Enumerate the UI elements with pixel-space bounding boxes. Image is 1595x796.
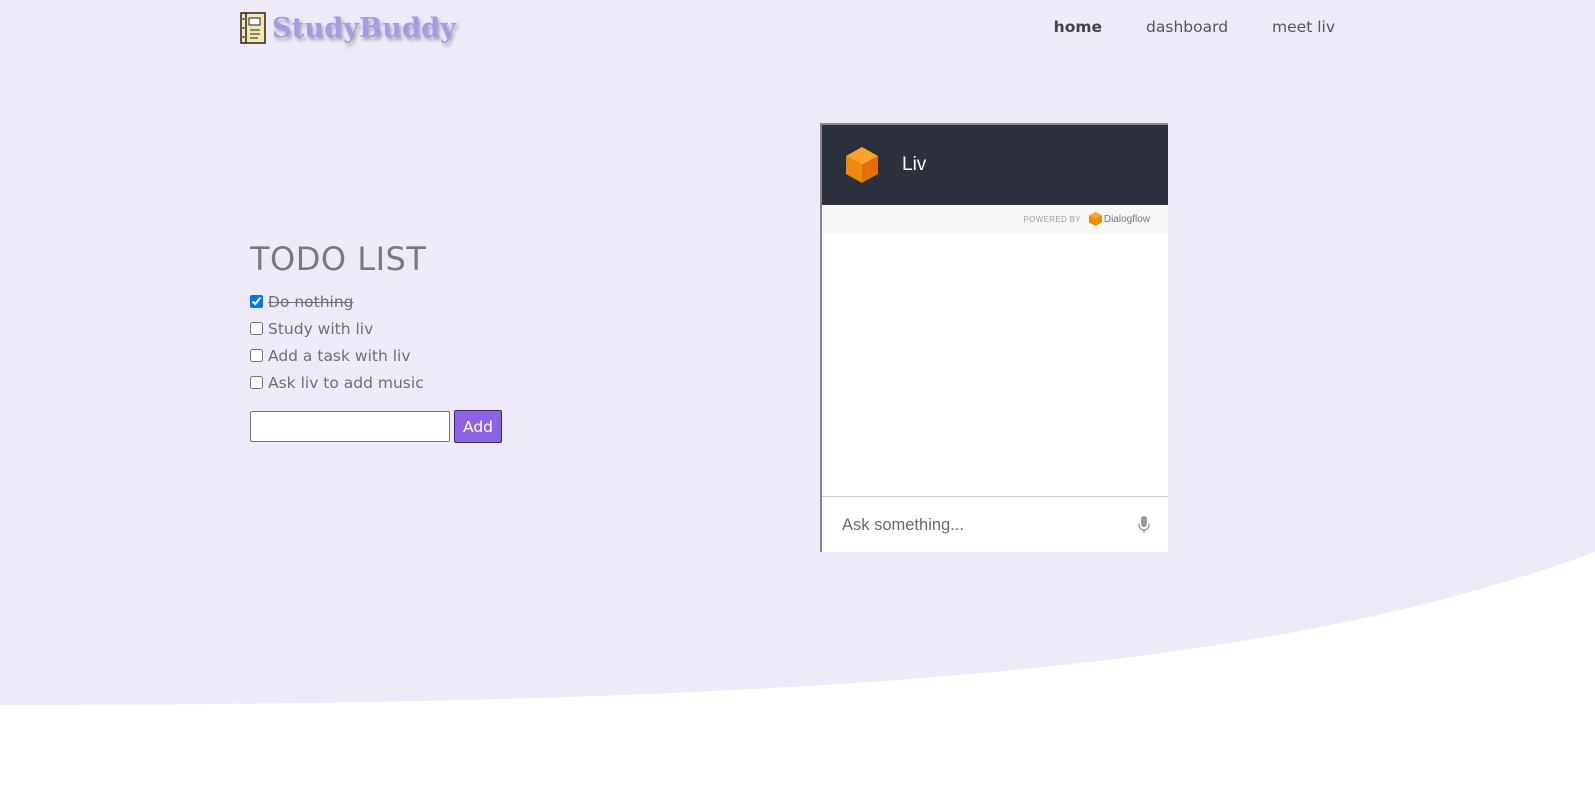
todo-checkbox[interactable] (250, 349, 263, 362)
todo-item-label: Ask liv to add music (268, 373, 424, 392)
powered-by-bar: POWERED BY Dialogflow (822, 205, 1168, 234)
todo-item: Do nothing (250, 288, 502, 315)
add-task-form: Add (250, 410, 503, 443)
chat-widget: Liv POWERED BY Dialogflow (820, 123, 1168, 552)
brand-logo[interactable]: StudyBuddy (240, 12, 456, 44)
cube-icon (846, 147, 878, 183)
dialogflow-label: Dialogflow (1103, 214, 1150, 225)
notebook-icon (240, 12, 266, 44)
todo-item: Ask liv to add music (250, 369, 502, 396)
dialogflow-icon (1088, 212, 1102, 226)
chat-header: Liv (822, 125, 1168, 205)
chat-input[interactable] (840, 514, 1104, 536)
todo-item-label: Study with liv (268, 319, 374, 338)
todo-list: Do nothing Study with liv Add a task wit… (250, 288, 502, 396)
nav-home[interactable]: home (1054, 18, 1102, 36)
top-nav: home dashboard meet liv (1054, 18, 1335, 36)
brand-name: StudyBuddy (272, 12, 457, 44)
chat-input-row (822, 497, 1168, 553)
powered-by-label: POWERED BY (1023, 215, 1081, 224)
bot-name: Liv (902, 154, 927, 175)
add-task-button[interactable]: Add (454, 410, 503, 443)
nav-dashboard[interactable]: dashboard (1146, 18, 1228, 36)
todo-item-label: Do nothing (268, 292, 354, 311)
chat-messages (822, 234, 1168, 497)
new-task-input[interactable] (250, 411, 450, 442)
hero-background (0, 0, 1595, 705)
microphone-icon[interactable] (1138, 516, 1150, 534)
todo-item-label: Add a task with liv (268, 346, 411, 365)
todo-checkbox[interactable] (250, 322, 263, 335)
todo-title: TODO LIST (250, 240, 427, 278)
todo-item: Study with liv (250, 315, 502, 342)
todo-checkbox[interactable] (250, 295, 263, 308)
todo-item: Add a task with liv (250, 342, 502, 369)
dialogflow-brand[interactable]: Dialogflow (1088, 212, 1150, 227)
todo-section: TODO LIST Do nothing Study with liv Add … (250, 240, 503, 443)
todo-checkbox[interactable] (250, 376, 263, 389)
nav-meet-liv[interactable]: meet liv (1272, 18, 1335, 36)
